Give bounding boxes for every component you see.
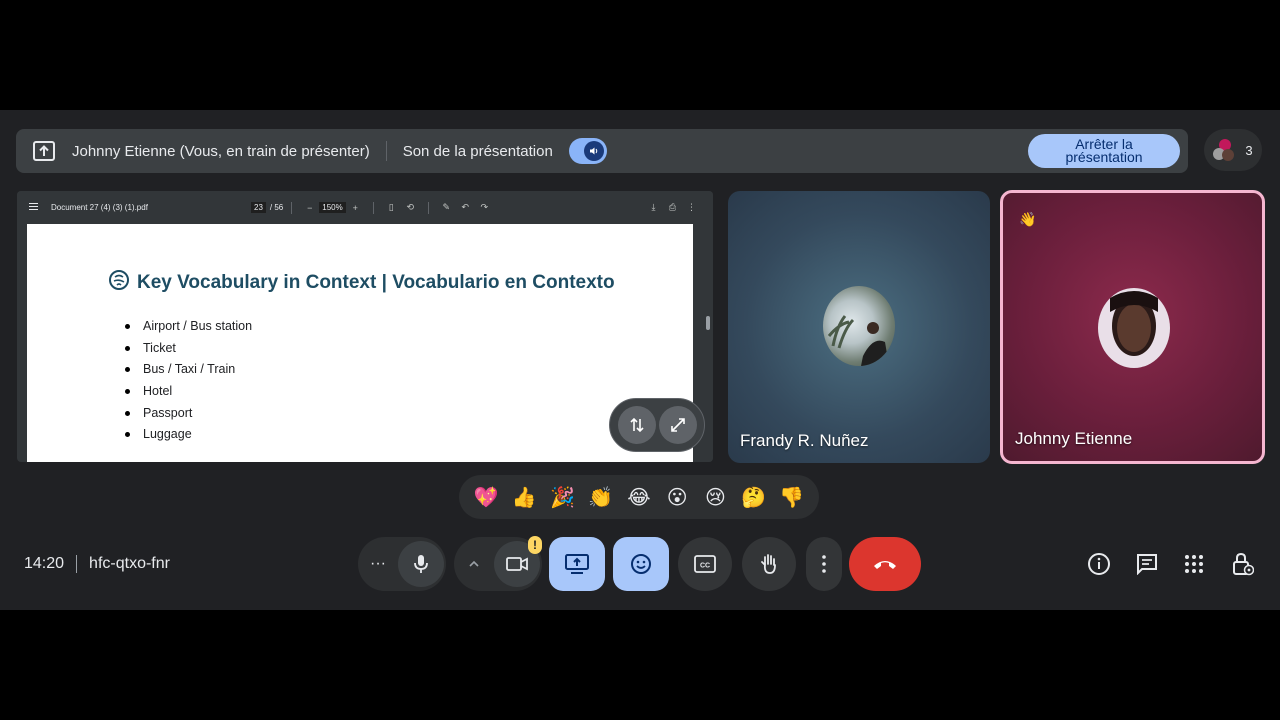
pdf-page: Key Vocabulary in Context | Vocabulario … — [27, 224, 693, 462]
participant-count: 3 — [1245, 142, 1253, 158]
rotate-icon: ⟲ — [406, 202, 414, 212]
presentation-audio-toggle[interactable] — [568, 138, 607, 164]
participant-tile[interactable]: Frandy R. Nuñez — [728, 191, 990, 463]
present-screen-button[interactable] — [549, 537, 605, 591]
reaction-surprised[interactable]: 😮 — [662, 482, 692, 512]
camera-warning-icon: ! — [528, 536, 542, 554]
avatar — [1098, 288, 1170, 368]
reaction-heart[interactable]: 💖 — [471, 482, 501, 512]
list-item: Airport / Bus station — [124, 319, 252, 341]
menu-icon — [29, 203, 39, 212]
avatar — [823, 286, 895, 366]
list-item: Hotel — [124, 384, 252, 406]
more-vert-icon: ⋮ — [687, 202, 696, 212]
reactions-button[interactable] — [613, 537, 669, 591]
reaction-thumbs-up[interactable]: 👍 — [509, 482, 539, 512]
brain-icon — [107, 268, 131, 298]
fullscreen-button[interactable] — [658, 406, 697, 444]
list-item: Passport — [124, 406, 252, 428]
meeting-details-icon[interactable] — [1085, 550, 1113, 578]
vocab-list: Airport / Bus station Ticket Bus / Taxi … — [124, 319, 252, 449]
reaction-sad[interactable]: 😢 — [700, 482, 730, 512]
raised-hand-icon: 👋 — [1019, 211, 1037, 227]
host-controls-lock-icon[interactable] — [1229, 550, 1257, 578]
pdf-toolbar: Document 27 (4) (3) (1).pdf 23 / 56 − 15… — [17, 191, 713, 224]
audio-options-button[interactable]: ··· — [358, 555, 398, 573]
zoom-level: 150% — [319, 202, 346, 213]
meet-window: Johnny Etienne (Vous, en train de présen… — [0, 110, 1280, 610]
fit-page-icon: ▯ — [388, 202, 394, 212]
reaction-clap[interactable]: 👏 — [586, 482, 616, 512]
tile-controls — [609, 398, 705, 452]
page-indicator: 23 / 56 — [251, 202, 283, 213]
leave-call-button[interactable] — [849, 537, 921, 591]
list-item: Ticket — [124, 341, 252, 363]
zoom-in-icon: + — [352, 202, 358, 213]
stop-presenting-button[interactable]: Arrêter la présentation — [1028, 134, 1180, 168]
video-options-button[interactable] — [454, 560, 494, 568]
slide-title: Key Vocabulary in Context | Vocabulario … — [107, 268, 615, 298]
meeting-code: hfc-qtxo-fnr — [89, 555, 170, 572]
print-icon: ⎙ — [668, 202, 677, 212]
reaction-thinking[interactable]: 🤔 — [739, 482, 769, 512]
microphone-button[interactable] — [398, 541, 444, 587]
presentation-audio-label: Son de la présentation — [402, 142, 553, 160]
undo-icon: ↶ — [461, 202, 469, 212]
list-item: Luggage — [124, 427, 252, 449]
activities-grid-icon[interactable] — [1180, 550, 1208, 578]
participant-avatars — [1213, 139, 1235, 161]
more-options-button[interactable] — [806, 537, 842, 591]
raise-hand-button[interactable] — [742, 537, 796, 591]
reactions-bar: 💖 👍 🎉 👏 😂 😮 😢 🤔 👎 — [459, 475, 819, 519]
participants-chip[interactable]: 3 — [1204, 129, 1262, 171]
meeting-time: 14:20 — [24, 555, 65, 572]
reaction-thumbs-down[interactable]: 👎 — [777, 482, 807, 512]
participant-name: Johnny Etienne — [1015, 429, 1133, 448]
speaker-icon — [583, 141, 604, 161]
swap-tiles-button[interactable] — [617, 406, 656, 444]
toolbar-divider — [372, 201, 374, 214]
captions-button[interactable]: CC — [678, 537, 732, 591]
reaction-party[interactable]: 🎉 — [548, 482, 578, 512]
scrollbar-thumb[interactable] — [706, 316, 710, 330]
chat-icon[interactable] — [1133, 550, 1161, 578]
list-item: Bus / Taxi / Train — [124, 362, 252, 384]
slide-title-text: Key Vocabulary in Context | Vocabulario … — [137, 272, 615, 293]
presenter-name: Johnny Etienne (Vous, en train de présen… — [72, 142, 370, 160]
present-screen-icon — [32, 139, 56, 163]
toolbar-divider — [291, 201, 293, 214]
redo-icon: ↷ — [480, 202, 488, 212]
audio-control-group: ··· — [358, 537, 446, 591]
shared-screen-tile: Document 27 (4) (3) (1).pdf 23 / 56 − 15… — [17, 191, 713, 462]
participant-tile[interactable]: 👋 Johnny Etienne — [1000, 190, 1265, 464]
download-icon: ⤓ — [651, 202, 656, 212]
zoom-out-icon: − — [307, 202, 313, 213]
banner-divider — [385, 141, 387, 161]
page-current: 23 — [251, 202, 266, 213]
page-total: / 56 — [269, 203, 284, 212]
reaction-laugh[interactable]: 😂 — [624, 482, 654, 512]
toolbar-divider — [427, 201, 429, 214]
svg-text:CC: CC — [700, 563, 710, 570]
participant-name: Frandy R. Nuñez — [740, 431, 869, 450]
presenting-banner: Johnny Etienne (Vous, en train de présen… — [16, 129, 1188, 173]
annotate-icon: ✎ — [442, 202, 450, 212]
meeting-info-divider — [76, 555, 78, 573]
meeting-info: 14:20 hfc-qtxo-fnr — [24, 555, 170, 573]
pdf-filename: Document 27 (4) (3) (1).pdf — [51, 203, 148, 212]
